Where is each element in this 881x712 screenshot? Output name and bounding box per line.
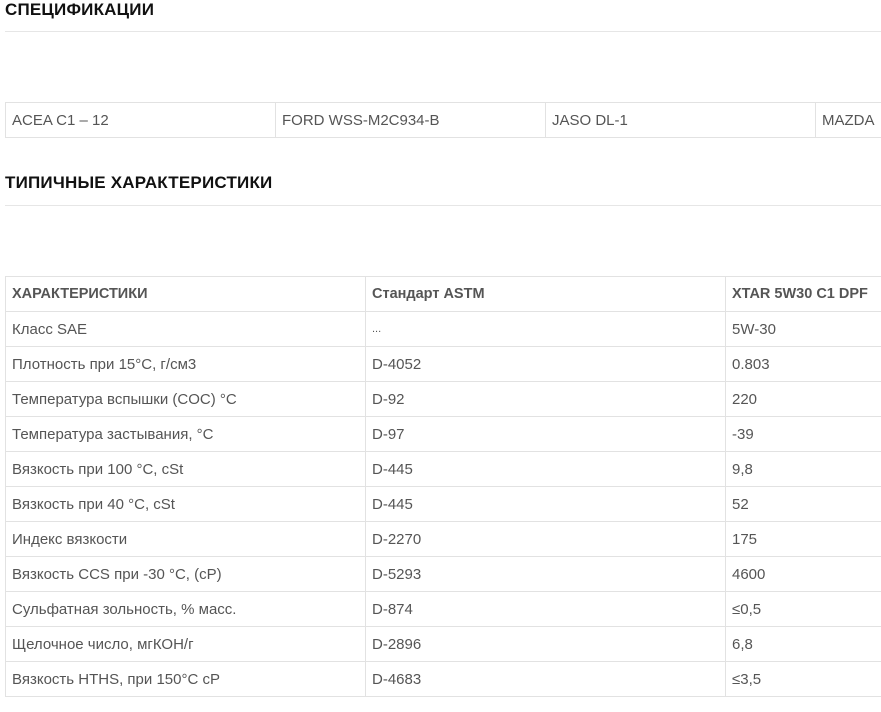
value-cell: 5W-30 [725, 311, 881, 347]
table-row: Плотность при 15°C, г/см3 D-4052 0.803 [5, 346, 881, 382]
specifications-table: ACEA C1 – 12 FORD WSS-M2C934-B JASO DL-1… [5, 102, 881, 138]
astm-cell: D-2270 [365, 521, 726, 557]
astm-cell: D-4052 [365, 346, 726, 382]
property-cell: Сульфатная зольность, % масс. [5, 591, 366, 627]
value-cell: -39 [725, 416, 881, 452]
table-row: Щелочное число, мгКОН/г D-2896 6,8 [5, 626, 881, 662]
page: СПЕЦИФИКАЦИИ ACEA C1 – 12 FORD WSS-M2C93… [0, 0, 881, 712]
astm-cell: D-92 [365, 381, 726, 417]
table-row: Температура вспышки (COC) °C D-92 220 [5, 381, 881, 417]
specifications-row: ACEA C1 – 12 FORD WSS-M2C934-B JASO DL-1… [5, 102, 881, 138]
astm-cell: D-874 [365, 591, 726, 627]
property-cell: Вязкость при 40 °C, cSt [5, 486, 366, 522]
astm-cell: D-445 [365, 451, 726, 487]
divider [5, 205, 881, 206]
astm-cell: D-97 [365, 416, 726, 452]
value-cell: 0.803 [725, 346, 881, 382]
table-row: Индекс вязкости D-2270 175 [5, 521, 881, 557]
property-cell: Вязкость CCS при -30 °C, (cP) [5, 556, 366, 592]
value-cell: ≤0,5 [725, 591, 881, 627]
property-cell: Щелочное число, мгКОН/г [5, 626, 366, 662]
astm-cell: D-2896 [365, 626, 726, 662]
characteristics-heading: ТИПИЧНЫЕ ХАРАКТЕРИСТИКИ [5, 173, 273, 192]
property-cell: Вязкость при 100 °C, cSt [5, 451, 366, 487]
column-header: Стандарт ASTM [365, 276, 726, 312]
table-row: Сульфатная зольность, % масс. D-874 ≤0,5 [5, 591, 881, 627]
astm-cell: ... [365, 311, 726, 347]
astm-cell: D-5293 [365, 556, 726, 592]
spec-cell: FORD WSS-M2C934-B [275, 102, 546, 138]
characteristics-table: ХАРАКТЕРИСТИКИ Стандарт ASTM XTAR 5W30 C… [5, 276, 881, 697]
value-cell: ≤3,5 [725, 661, 881, 697]
table-row: Вязкость при 40 °C, cSt D-445 52 [5, 486, 881, 522]
property-cell: Вязкость HTHS, при 150°C cP [5, 661, 366, 697]
property-cell: Индекс вязкости [5, 521, 366, 557]
value-cell: 220 [725, 381, 881, 417]
astm-cell: D-445 [365, 486, 726, 522]
column-header: XTAR 5W30 C1 DPF [725, 276, 881, 312]
property-cell: Температура застывания, °C [5, 416, 366, 452]
table-row: Класс SAE ... 5W-30 [5, 311, 881, 347]
header-row: ХАРАКТЕРИСТИКИ Стандарт ASTM XTAR 5W30 C… [5, 276, 881, 312]
table-row: Температура застывания, °C D-97 -39 [5, 416, 881, 452]
spec-cell: MAZDA [815, 102, 881, 138]
table-row: Вязкость при 100 °C, cSt D-445 9,8 [5, 451, 881, 487]
astm-cell: D-4683 [365, 661, 726, 697]
property-cell: Класс SAE [5, 311, 366, 347]
value-cell: 6,8 [725, 626, 881, 662]
value-cell: 9,8 [725, 451, 881, 487]
table-row: Вязкость CCS при -30 °C, (cP) D-5293 460… [5, 556, 881, 592]
property-cell: Температура вспышки (COC) °C [5, 381, 366, 417]
spec-cell: ACEA C1 – 12 [5, 102, 276, 138]
specifications-heading: СПЕЦИФИКАЦИИ [5, 0, 155, 19]
property-cell: Плотность при 15°C, г/см3 [5, 346, 366, 382]
table-row: Вязкость HTHS, при 150°C cP D-4683 ≤3,5 [5, 661, 881, 697]
value-cell: 4600 [725, 556, 881, 592]
divider [5, 31, 881, 32]
spec-cell: JASO DL-1 [545, 102, 816, 138]
value-cell: 175 [725, 521, 881, 557]
value-cell: 52 [725, 486, 881, 522]
column-header: ХАРАКТЕРИСТИКИ [5, 276, 366, 312]
